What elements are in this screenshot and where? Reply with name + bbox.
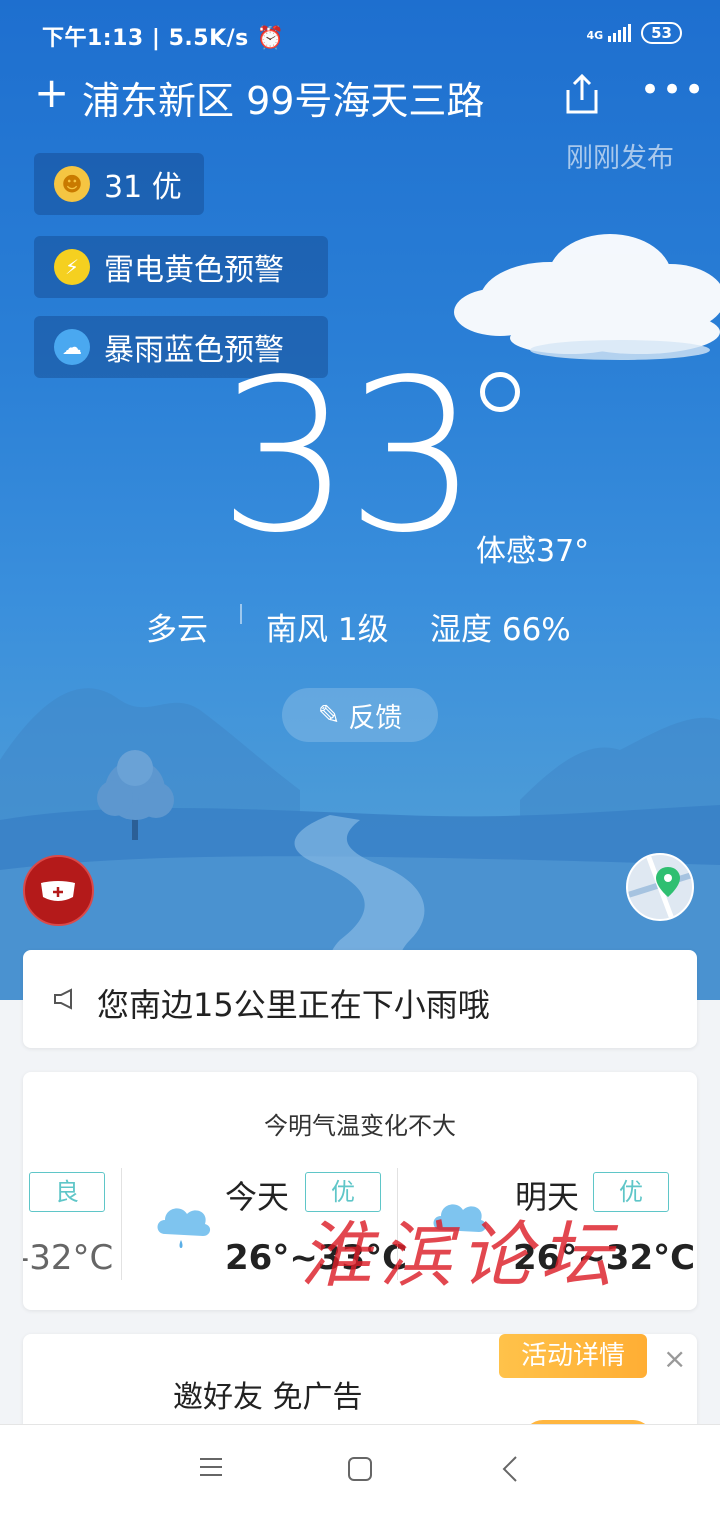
degree-symbol xyxy=(480,372,520,412)
megaphone-icon xyxy=(53,988,77,1014)
battery-icon: 53 xyxy=(641,22,682,44)
pencil-icon: ✎ xyxy=(317,699,341,731)
today-label: 今天 xyxy=(225,1178,290,1216)
add-city-button[interactable]: + xyxy=(34,72,69,114)
publish-time: 刚刚发布 xyxy=(566,143,674,174)
rain-cloud-icon: ☁ xyxy=(54,329,90,365)
feels-like: 体感37° xyxy=(476,534,590,569)
prev-range: -32°C xyxy=(23,1238,114,1278)
divider xyxy=(240,604,242,624)
wind-text: 南风 1级 xyxy=(266,612,389,648)
watermark: 淮滨论坛 xyxy=(300,1213,621,1297)
share-icon[interactable] xyxy=(562,72,602,120)
prev-aqi-badge: 良 xyxy=(29,1172,105,1212)
home-icon[interactable] xyxy=(346,1455,374,1487)
location-title[interactable]: 浦东新区 99号海天三路 xyxy=(82,70,484,125)
divider xyxy=(121,1168,122,1280)
status-bar: 下午1:13 | 5.5K/s ⏰ ·· 4G 53 xyxy=(0,0,720,70)
map-pin-icon[interactable] xyxy=(626,853,694,921)
notice-text: 您南边15公里正在下小雨哦 xyxy=(97,986,490,1024)
rain-notice-card[interactable]: 您南边15公里正在下小雨哦 xyxy=(23,950,697,1048)
close-icon[interactable]: × xyxy=(663,1342,686,1375)
activity-details-button[interactable]: 活动详情 xyxy=(499,1334,647,1378)
back-icon[interactable] xyxy=(500,1455,522,1487)
menu-icon[interactable] xyxy=(198,1455,224,1483)
lightning-icon: ⚡ xyxy=(54,249,90,285)
weather-background: 下午1:13 | 5.5K/s ⏰ ·· 4G 53 + 浦东新区 99号海天三… xyxy=(0,0,720,1000)
more-icon[interactable]: ••• xyxy=(640,70,706,110)
cloud-illustration xyxy=(454,234,720,360)
notification-dots: ·· xyxy=(258,18,272,43)
condition-text: 多云 xyxy=(146,612,208,648)
smile-icon: ☻ xyxy=(54,166,90,202)
feedback-button[interactable]: ✎ 反馈 xyxy=(282,688,438,742)
aqi-chip[interactable]: ☻ 31 优 xyxy=(34,153,204,215)
top-bar: + 浦东新区 99号海天三路 ••• xyxy=(0,66,720,126)
signal-icon: 4G xyxy=(586,24,632,42)
thunder-warning-chip[interactable]: ⚡ 雷电黄色预警 xyxy=(34,236,328,298)
humidity-text: 湿度 66% xyxy=(430,612,571,648)
mask-icon[interactable] xyxy=(23,855,94,926)
promo-text: 邀好友 免广告 xyxy=(173,1380,363,1415)
forecast-heading: 今明气温变化不大 xyxy=(264,1112,456,1140)
rain-cloud-icon xyxy=(151,1196,213,1260)
current-temperature: 33 xyxy=(218,334,479,579)
system-nav-bar xyxy=(0,1424,720,1521)
status-time-speed: 下午1:13 | 5.5K/s ⏰ xyxy=(42,26,285,51)
